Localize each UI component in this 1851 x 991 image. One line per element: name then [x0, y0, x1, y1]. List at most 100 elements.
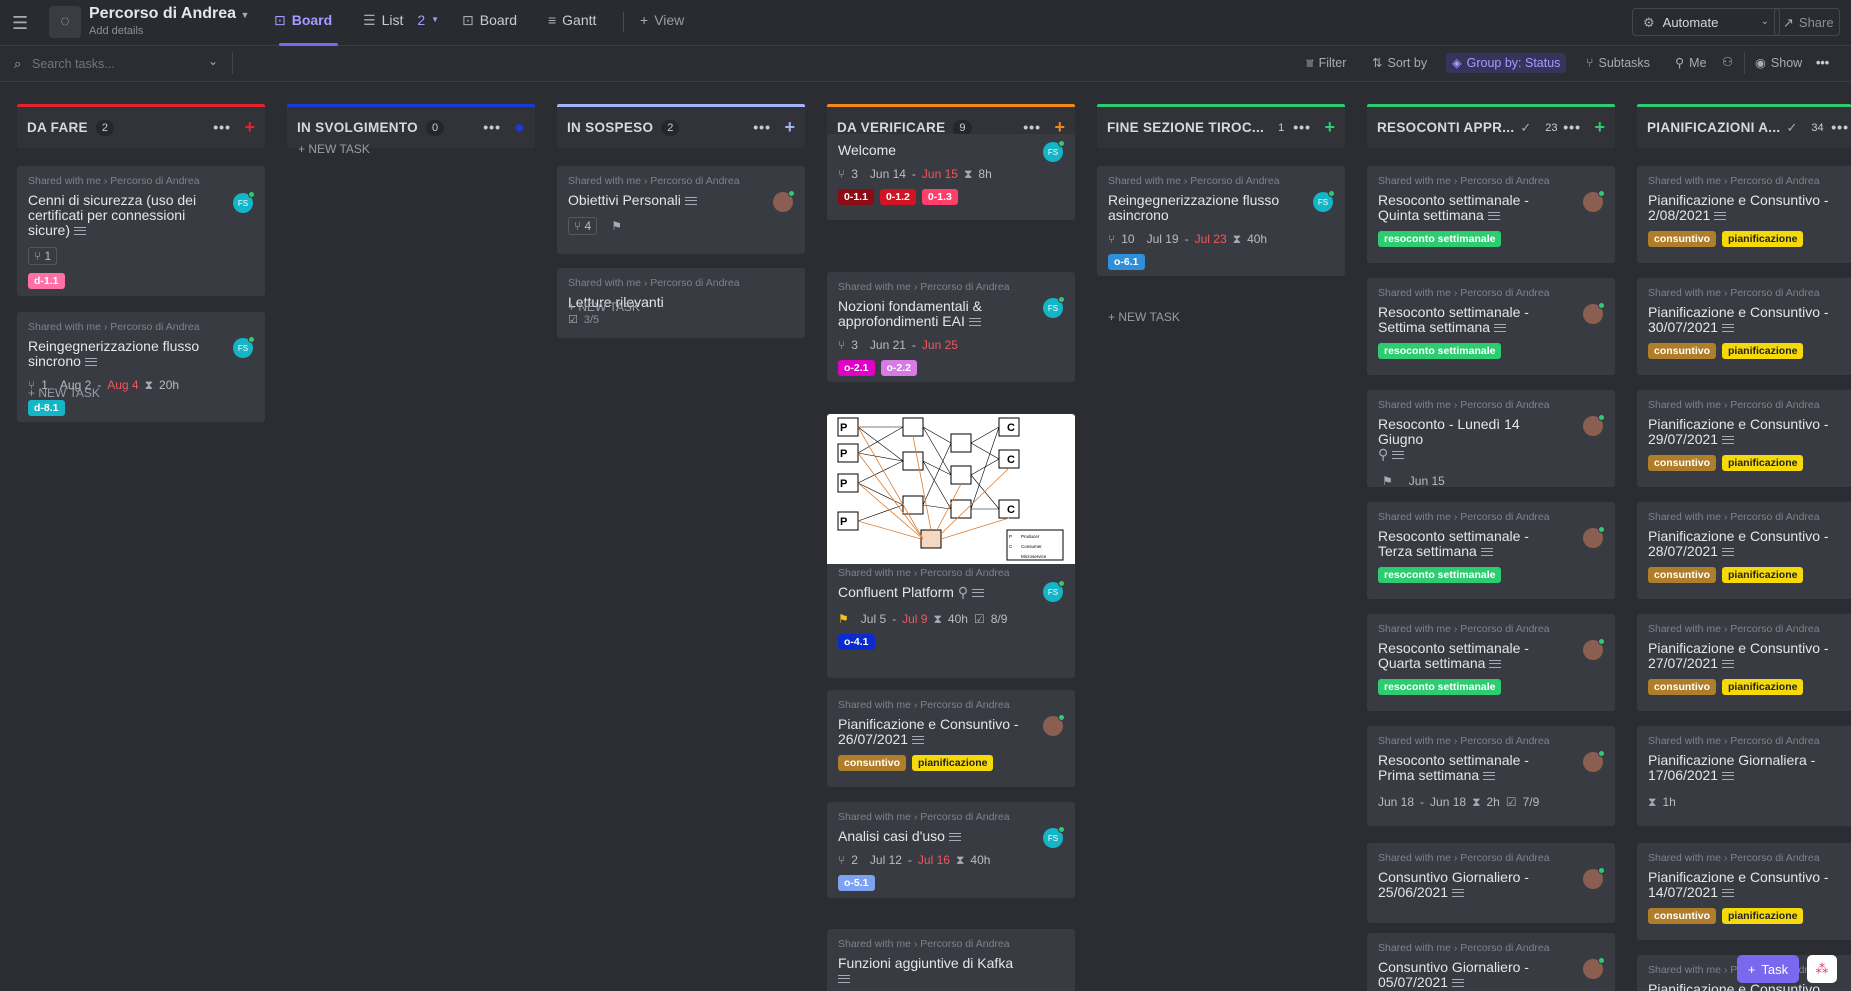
- tag[interactable]: pianificazione: [1722, 455, 1804, 471]
- avatar[interactable]: FS: [1313, 190, 1335, 212]
- add-task-icon[interactable]: +: [1324, 117, 1335, 138]
- task-title[interactable]: Pianificazione e Consuntivo - 30/07/2021: [1648, 305, 1851, 335]
- tag[interactable]: consuntivo: [1648, 908, 1717, 924]
- task-title[interactable]: Cenni di sicurezza (uso dei certificati …: [28, 193, 254, 238]
- task-card[interactable]: Shared with me › Percorso di Andrea Reso…: [1367, 278, 1615, 375]
- new-task-button[interactable]: + NEW TASK: [298, 142, 370, 156]
- add-view-button[interactable]: + View: [640, 12, 684, 28]
- tag[interactable]: pianificazione: [912, 755, 994, 771]
- task-card[interactable]: Shared with me › Percorso di Andrea Rein…: [17, 312, 265, 422]
- task-card[interactable]: Shared with me › Percorso di Andrea Reso…: [1367, 726, 1615, 826]
- task-card[interactable]: Shared with me › Percorso di Andrea Pian…: [1637, 166, 1851, 263]
- filter-button[interactable]: ⩸ Filter: [1306, 56, 1346, 70]
- tag[interactable]: o-5.1: [838, 875, 875, 891]
- task-title[interactable]: Confluent Platform ⚲: [838, 585, 1064, 600]
- avatar[interactable]: FS: [1043, 140, 1065, 162]
- task-card[interactable]: Shared with me › Percorso di Andrea Reso…: [1367, 502, 1615, 599]
- cover-image[interactable]: PPPP CCC P Producer C Consumer Microservic…: [827, 414, 1075, 564]
- apps-button[interactable]: ⁂: [1807, 955, 1837, 983]
- task-card[interactable]: Shared with me › Percorso di Andrea Rein…: [1097, 166, 1345, 276]
- tag[interactable]: consuntivo: [1648, 567, 1717, 583]
- tag[interactable]: 0-1.2: [879, 189, 916, 205]
- task-title[interactable]: Resoconto settimanale - Settima settiman…: [1378, 305, 1604, 335]
- column-menu-icon[interactable]: •••: [213, 119, 231, 135]
- tag[interactable]: consuntivo: [1648, 455, 1717, 471]
- column-menu-icon[interactable]: •••: [1831, 119, 1849, 135]
- page-title[interactable]: Percorso di Andrea ▼: [89, 5, 249, 23]
- column-menu-icon[interactable]: •••: [483, 119, 501, 135]
- avatar[interactable]: [1583, 957, 1605, 979]
- chevron-down-icon[interactable]: ⌄: [208, 55, 218, 67]
- avatar[interactable]: [1043, 714, 1065, 736]
- task-card[interactable]: Shared with me › Percorso di Andrea Obie…: [557, 166, 805, 254]
- task-title[interactable]: Pianificazione Giornaliera - 17/06/2021: [1648, 753, 1851, 783]
- avatar[interactable]: [1583, 526, 1605, 548]
- share-button[interactable]: ↗ Share: [1774, 8, 1840, 36]
- task-title[interactable]: Resoconto settimanale - Terza settimana: [1378, 529, 1604, 559]
- task-title[interactable]: Consuntivo Giornaliero - 25/06/2021: [1378, 870, 1604, 900]
- tag[interactable]: consuntivo: [1648, 679, 1717, 695]
- avatar[interactable]: [1583, 302, 1605, 324]
- add-task-icon[interactable]: ●: [514, 117, 525, 138]
- column-menu-icon[interactable]: •••: [1023, 119, 1041, 135]
- search-input[interactable]: [32, 55, 212, 73]
- task-card[interactable]: Shared with me › Percorso di Andrea Pian…: [1637, 390, 1851, 487]
- task-title[interactable]: Pianificazione e Consuntivo - 2/08/2021: [1648, 193, 1851, 223]
- column-menu-icon[interactable]: •••: [753, 119, 771, 135]
- tag[interactable]: consuntivo: [1648, 231, 1717, 247]
- group-by-button[interactable]: ◈ Group by: Status: [1446, 53, 1567, 73]
- avatar[interactable]: FS: [233, 336, 255, 358]
- flag-icon[interactable]: ⚑: [1382, 475, 1393, 487]
- task-title[interactable]: Resoconto settimanale - Prima settimana: [1378, 753, 1604, 783]
- tag[interactable]: o-6.1: [1108, 254, 1145, 270]
- new-task-button[interactable]: + NEW TASK: [568, 300, 640, 314]
- avatar[interactable]: FS: [1043, 296, 1065, 318]
- task-title[interactable]: Reingegnerizzazione flusso asincrono: [1108, 193, 1334, 223]
- task-title[interactable]: Analisi casi d'uso: [838, 829, 1064, 844]
- tag[interactable]: pianificazione: [1722, 908, 1804, 924]
- task-title[interactable]: Nozioni fondamentali & approfondimenti E…: [838, 299, 1064, 329]
- menu-icon[interactable]: ☰: [12, 14, 28, 32]
- task-card[interactable]: Shared with me › Percorso di Andrea Cons…: [1367, 933, 1615, 991]
- tag[interactable]: consuntivo: [838, 755, 907, 771]
- task-title[interactable]: Pianificazione e Consuntivo - 29/07/2021: [1648, 417, 1851, 447]
- new-task-button[interactable]: + NEW TASK: [1108, 310, 1180, 324]
- me-button[interactable]: ⚲ Me: [1675, 56, 1707, 70]
- task-card[interactable]: Shared with me › Percorso di Andrea Pian…: [1637, 502, 1851, 599]
- show-button[interactable]: ◉ Show: [1755, 56, 1802, 70]
- task-title[interactable]: Consuntivo Giornaliero - 05/07/2021: [1378, 960, 1604, 990]
- tag[interactable]: d-8.1: [28, 400, 65, 416]
- new-task-button[interactable]: + NEW TASK: [28, 386, 100, 400]
- add-task-icon[interactable]: +: [1594, 117, 1605, 138]
- tag[interactable]: 0-1.1: [838, 189, 874, 205]
- task-title[interactable]: Welcome: [838, 143, 1064, 158]
- tab-gantt[interactable]: ≡ Gantt: [548, 12, 596, 28]
- tag[interactable]: o-2.1: [838, 360, 875, 376]
- avatar[interactable]: [1583, 414, 1605, 436]
- subtasks-badge[interactable]: ⑂ 1: [28, 247, 58, 265]
- task-card[interactable]: Shared with me › Percorso di Andrea Reso…: [1367, 614, 1615, 711]
- add-details-link[interactable]: Add details: [89, 25, 143, 37]
- task-title[interactable]: Resoconto settimanale - Quinta settimana: [1378, 193, 1604, 223]
- automate-button[interactable]: ⚙ Automate ⌄: [1632, 8, 1780, 36]
- tag[interactable]: resoconto settimanale: [1378, 231, 1502, 247]
- task-card[interactable]: Welcome FS ⑂ 3 Jun 14- Jun 15 ⧗ 8h 0-1.1 0-1.2…: [827, 134, 1075, 220]
- task-card[interactable]: Shared with me › Percorso di Andrea Pian…: [1637, 843, 1851, 940]
- task-title[interactable]: Reingegnerizzazione flusso sincrono: [28, 339, 254, 369]
- tag[interactable]: pianificazione: [1722, 567, 1804, 583]
- task-card[interactable]: Shared with me › Percorso di Andrea Pian…: [1637, 614, 1851, 711]
- avatar[interactable]: [1583, 638, 1605, 660]
- add-task-icon[interactable]: +: [244, 117, 255, 138]
- task-title[interactable]: Pianificazione e Consuntivo - 26/07/2021: [838, 717, 1064, 747]
- tag[interactable]: 0-1.3: [921, 189, 958, 205]
- avatar[interactable]: [1583, 867, 1605, 889]
- flag-icon[interactable]: ⚑: [838, 613, 849, 625]
- avatar[interactable]: [1583, 190, 1605, 212]
- task-card[interactable]: Shared with me › Percorso di Andrea Funz…: [827, 929, 1075, 991]
- tag[interactable]: pianificazione: [1722, 343, 1804, 359]
- subtasks-badge[interactable]: ⑂ 4: [568, 217, 598, 235]
- task-card[interactable]: Shared with me › Percorso di Andrea Cons…: [1367, 843, 1615, 923]
- tab-list[interactable]: ☰ List 2 ▼: [363, 12, 439, 28]
- task-title[interactable]: Resoconto settimanale - Quarta settimana: [1378, 641, 1604, 671]
- column-menu-icon[interactable]: •••: [1563, 119, 1581, 135]
